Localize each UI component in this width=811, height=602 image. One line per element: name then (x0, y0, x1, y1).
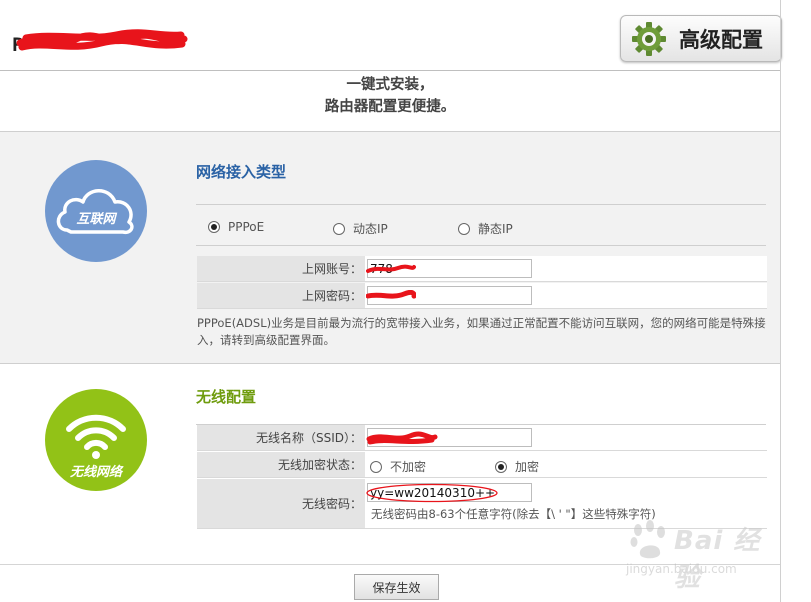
header-divider (0, 70, 780, 71)
radio-indicator (495, 460, 507, 473)
ssid-row: 无线名称（SSID）： (197, 425, 767, 451)
wireless-password-hint: 无线密码由8-63个任意字符(除去【\ ' "】这些特殊字符) (371, 507, 656, 521)
watermark: Bai 经验 jingyan.baidu.com (622, 520, 782, 593)
account-label: 上网账号： (197, 256, 365, 281)
save-button[interactable]: 保存生效 (354, 574, 439, 600)
radio-encryption[interactable]: 加密 (495, 458, 539, 475)
radio-label: 动态IP (353, 222, 388, 236)
wireless-password-label: 无线密码： (197, 479, 365, 528)
slogan-line-2: 路由器配置更便捷。 (324, 99, 456, 115)
radio-static-ip[interactable]: 静态IP (458, 220, 513, 237)
wireless-network-icon: 无线网络 (45, 389, 147, 491)
radio-dynamic-ip[interactable]: 动态IP (333, 220, 388, 237)
password-input[interactable] (367, 286, 532, 305)
wireless-caption: 无线网络 (69, 465, 122, 480)
router-setup-page: P 高级配置 一键式安装， 路由器配置更便捷。 互联网 网络接入类型 PPPoE… (0, 0, 811, 602)
radio-indicator (208, 221, 220, 233)
radio-label: PPPoE (228, 220, 265, 234)
encryption-label: 无线加密状态： (197, 452, 365, 477)
advanced-config-button[interactable]: 高级配置 (620, 15, 782, 62)
slogan-line-1: 一键式安装， (346, 77, 434, 93)
radio-indicator (370, 460, 382, 473)
radio-label: 不加密 (390, 460, 427, 474)
account-input[interactable] (367, 259, 532, 278)
account-row: 上网账号： (197, 256, 767, 282)
watermark-text: Bai 经验 (674, 526, 761, 593)
wireless-config-title: 无线配置 (196, 388, 257, 406)
radio-label: 加密 (515, 460, 540, 474)
watermark-url: jingyan.baidu.com (626, 562, 737, 576)
advanced-config-label: 高级配置 (679, 27, 763, 52)
redaction-scribble (16, 29, 188, 51)
radio-no-encryption[interactable]: 不加密 (370, 458, 426, 475)
network-section: 互联网 网络接入类型 PPPoE 动态IP 静态IP 上网账号： 上网密码： (0, 131, 780, 364)
password-row: 上网密码： (197, 283, 767, 309)
password-label: 上网密码： (197, 283, 365, 308)
radio-label: 静态IP (478, 222, 513, 236)
divider (196, 204, 766, 205)
paw-icon (630, 520, 665, 559)
radio-indicator (458, 222, 470, 235)
radio-pppoe[interactable]: PPPoE (208, 220, 264, 234)
encryption-row: 无线加密状态： 不加密 加密 (197, 452, 767, 478)
gear-icon (632, 21, 666, 56)
ssid-input[interactable] (367, 428, 532, 447)
ssid-label: 无线名称（SSID）： (197, 425, 365, 450)
radio-indicator (333, 222, 345, 235)
header: P 高级配置 (0, 0, 811, 70)
divider (196, 245, 766, 246)
internet-caption: 互联网 (76, 212, 116, 227)
internet-cloud-icon: 互联网 (45, 160, 147, 262)
slogan: 一键式安装， 路由器配置更便捷。 (0, 74, 780, 118)
pppoe-description: PPPoE(ADSL)业务是目前最为流行的宽带接入业务，如果通过正常配置不能访问… (197, 316, 766, 347)
wireless-password-input[interactable] (367, 483, 532, 502)
page-right-edge (780, 0, 781, 602)
network-type-title: 网络接入类型 (196, 163, 287, 181)
